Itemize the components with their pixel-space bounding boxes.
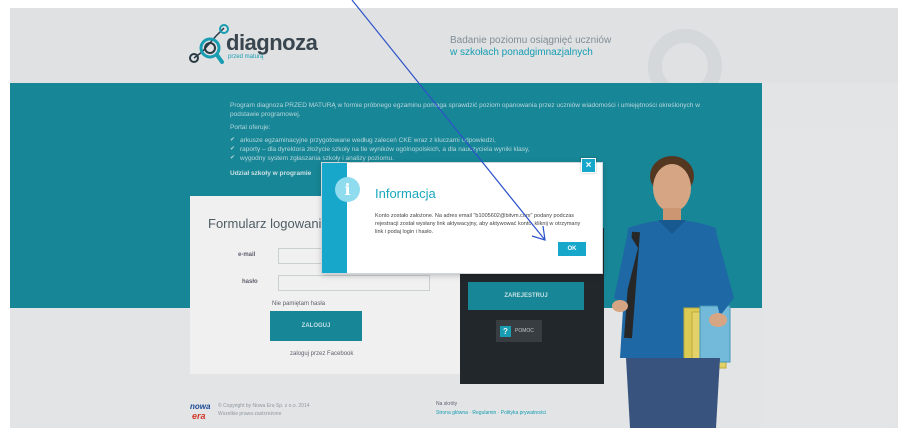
info-icon: i — [335, 177, 360, 202]
screenshot-canvas: diagnoza przed maturą Badanie poziomu os… — [0, 0, 906, 428]
close-icon[interactable]: × — [581, 158, 596, 173]
dialog-message: Konto zostało założone. Na adres email "… — [375, 213, 581, 235]
ok-button[interactable]: OK — [558, 242, 586, 256]
information-dialog: i Informacja Konto zostało założone. Na … — [322, 163, 602, 273]
dialog-title: Informacja — [375, 186, 436, 201]
